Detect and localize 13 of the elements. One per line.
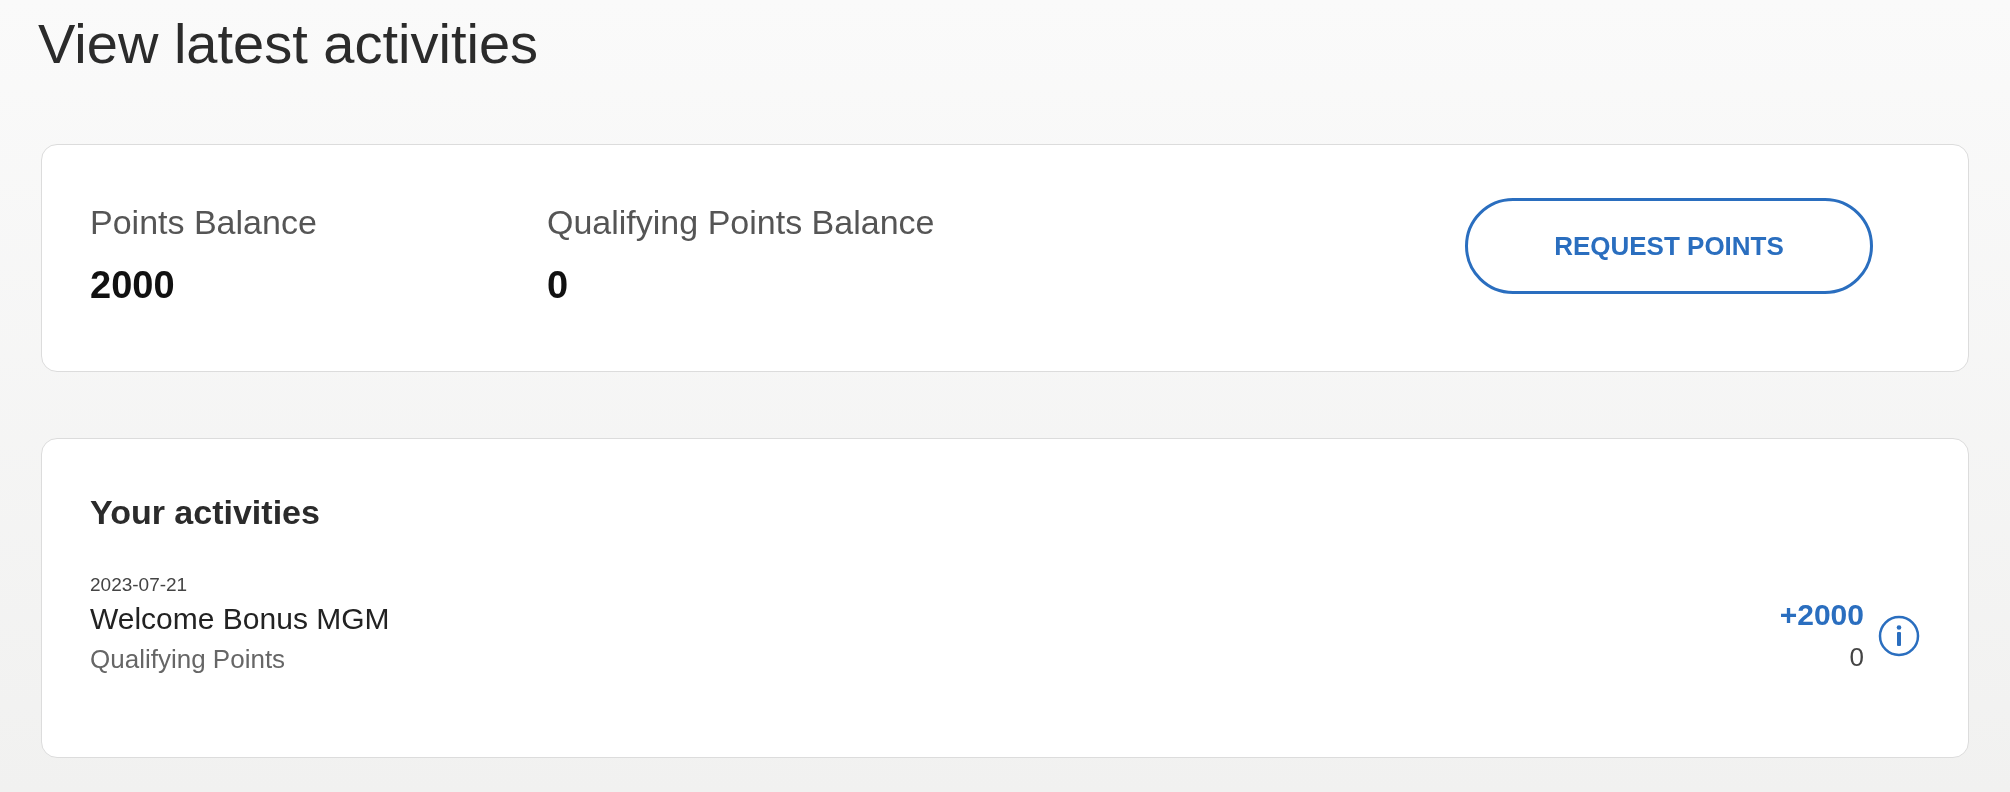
activity-name: Welcome Bonus MGM — [90, 602, 390, 636]
info-icon[interactable] — [1878, 614, 1920, 657]
balance-label: Qualifying Points Balance — [547, 203, 936, 242]
activity-date: 2023-07-21 — [90, 574, 189, 596]
request-points-button[interactable]: REQUEST POINTS — [1465, 198, 1873, 294]
points-amount: +2000 — [1779, 598, 1864, 632]
section-heading: Your activities — [90, 493, 321, 532]
activity-sublabel: Qualifying Points — [90, 644, 287, 675]
balance-value: 2000 — [90, 264, 176, 307]
qualifying-amount: 0 — [1849, 642, 1864, 673]
page-title: View latest activities — [38, 11, 540, 77]
balance-value: 0 — [547, 264, 570, 307]
balance-label: Points Balance — [90, 203, 318, 242]
